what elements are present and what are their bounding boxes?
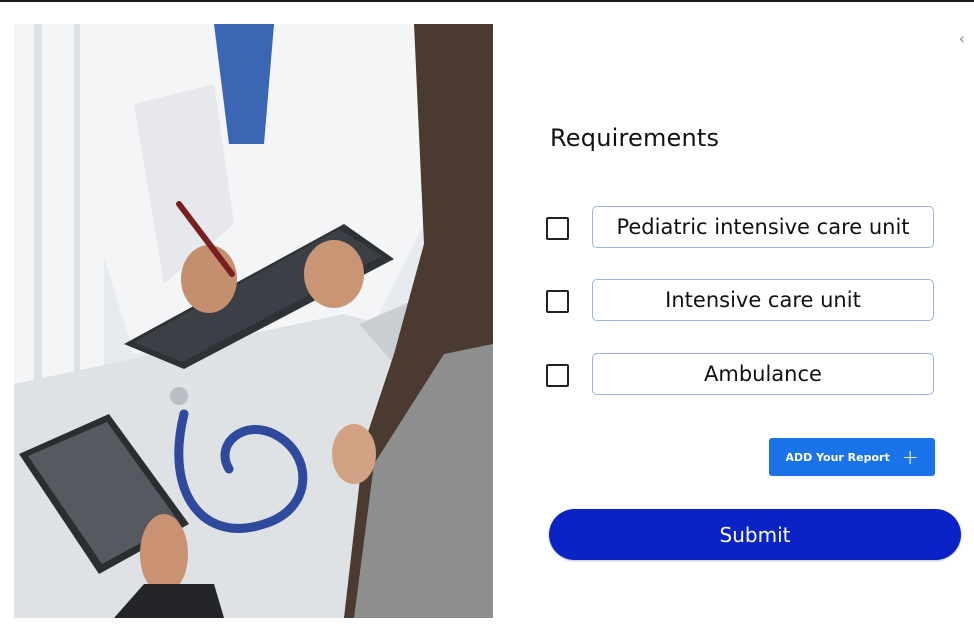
requirement-row-ambulance: Ambulance [546,353,936,397]
requirement-field-ambulance[interactable]: Ambulance [592,353,934,395]
add-report-button[interactable]: ADD Your Report + [769,438,935,476]
page-title: Requirements [550,124,720,152]
requirement-row-icu: Intensive care unit [546,279,936,323]
top-border [0,0,974,2]
plus-icon: + [901,445,919,469]
add-report-label: ADD Your Report [785,450,890,464]
chevron-left-icon[interactable]: ‹ [955,30,969,48]
submit-label: Submit [719,522,791,547]
submit-button[interactable]: Submit [549,509,961,560]
requirement-field-icu[interactable]: Intensive care unit [592,279,934,321]
requirement-row-picu: Pediatric intensive care unit [546,206,936,250]
requirement-checkbox-icu[interactable] [546,290,569,313]
photo-illustration [14,24,493,618]
requirement-checkbox-ambulance[interactable] [546,364,569,387]
doctor-consultation-photo [14,24,493,618]
requirement-field-picu[interactable]: Pediatric intensive care unit [592,206,934,248]
requirement-checkbox-picu[interactable] [546,217,569,240]
